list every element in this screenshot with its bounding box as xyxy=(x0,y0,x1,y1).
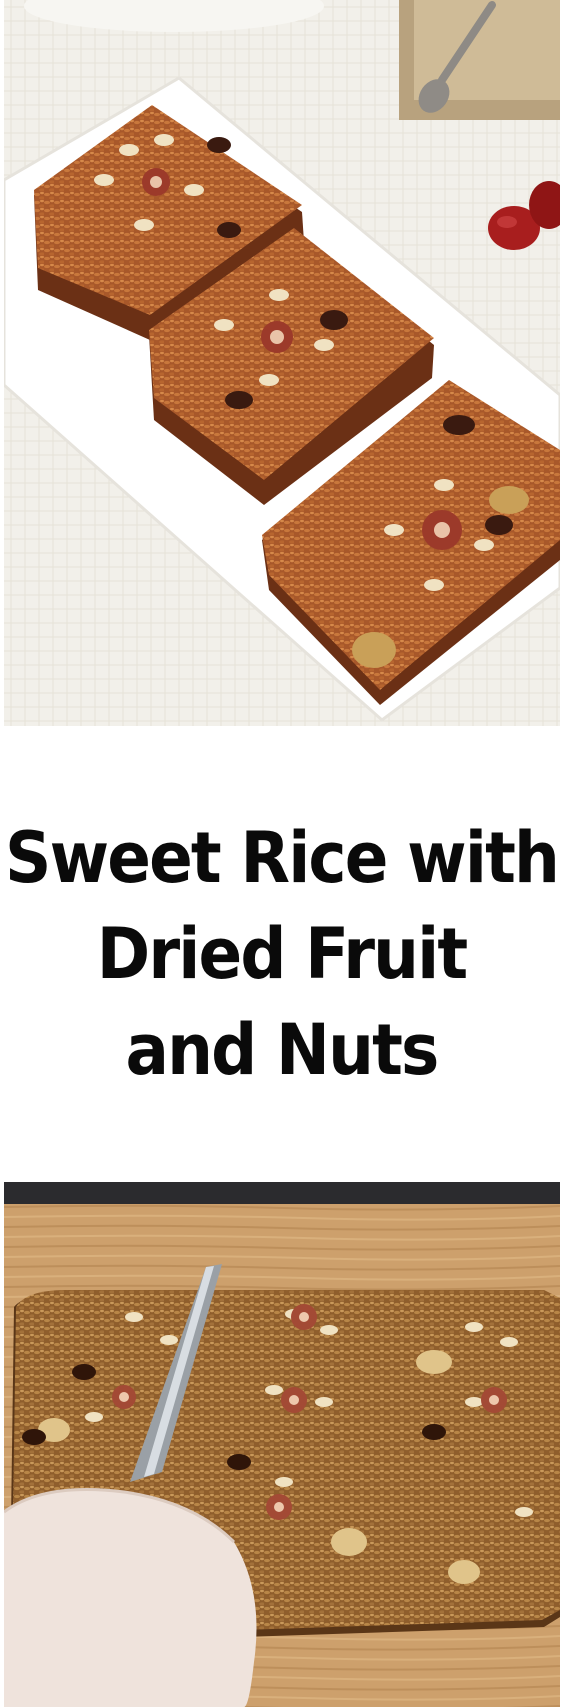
bottom-photo xyxy=(4,1182,560,1707)
top-photo xyxy=(4,0,560,726)
title-line-1: Sweet Rice with xyxy=(5,817,561,899)
top-photo-graphic xyxy=(4,0,560,726)
title-line-2: Dried Fruit xyxy=(97,913,468,995)
recipe-pin: Sweet Rice with Dried Fruit and Nuts xyxy=(0,0,564,1707)
title-line-3: and Nuts xyxy=(126,1009,440,1091)
title-block: Sweet Rice with Dried Fruit and Nuts xyxy=(0,726,564,1182)
counter-edge xyxy=(4,1182,560,1204)
recipe-title: Sweet Rice with Dried Fruit and Nuts xyxy=(5,810,561,1098)
bottom-photo-graphic xyxy=(4,1182,560,1707)
